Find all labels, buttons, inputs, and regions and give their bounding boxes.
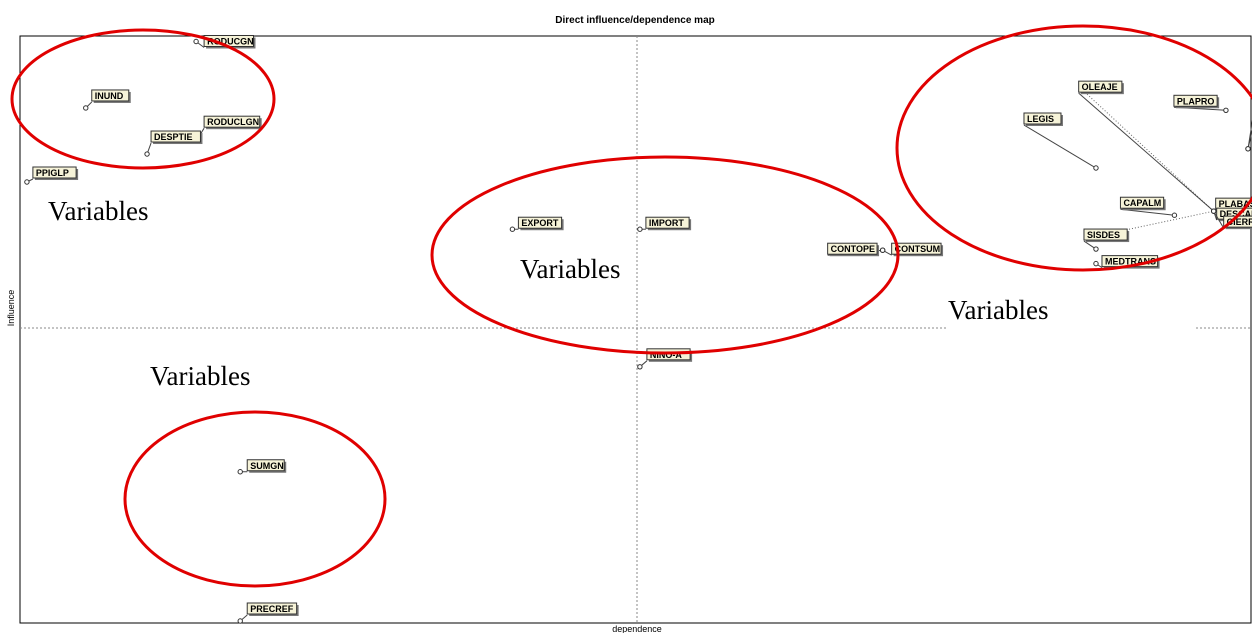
point-marker bbox=[1210, 208, 1217, 214]
point-label: INUND bbox=[95, 91, 124, 101]
x-axis-title: dependence bbox=[612, 624, 662, 633]
annotation-layer: Variables Variables Variables Variables bbox=[48, 196, 1196, 391]
data-point: SUMGN bbox=[237, 459, 287, 475]
data-point: LEGIS bbox=[1023, 112, 1099, 171]
point-marker bbox=[1093, 260, 1099, 267]
data-point: INUND bbox=[83, 89, 131, 111]
point-marker bbox=[637, 226, 643, 232]
influence-dependence-map: Direct influence/dependence map dependen… bbox=[6, 15, 1252, 633]
highlight-ellipse bbox=[895, 24, 1252, 272]
point-label: RODUCLGN bbox=[207, 117, 259, 127]
data-point: CONTSUM bbox=[879, 242, 944, 257]
point-label: CONTOPE bbox=[831, 244, 875, 254]
data-point: PRECREF bbox=[237, 602, 299, 624]
point-marker bbox=[637, 364, 643, 370]
leader-line bbox=[1078, 92, 1215, 212]
highlight-ellipse bbox=[123, 410, 387, 588]
leader-line bbox=[1023, 124, 1097, 169]
y-axis-title: Influence bbox=[6, 290, 16, 327]
point-marker bbox=[144, 151, 150, 157]
point-label: PPIGLP bbox=[36, 168, 69, 178]
point-marker bbox=[83, 105, 89, 111]
annotation-label: Variables bbox=[48, 196, 148, 226]
annotation-label: Variables bbox=[948, 295, 1048, 325]
point-marker bbox=[509, 226, 516, 232]
data-point: PPIGLP bbox=[24, 166, 79, 185]
point-label: CAPALM bbox=[1123, 198, 1161, 208]
point-label: DESPTIE bbox=[154, 132, 193, 142]
point-marker bbox=[193, 38, 199, 45]
point-marker bbox=[1223, 107, 1229, 113]
point-label: OLEAJE bbox=[1082, 82, 1118, 92]
point-label: PRECREF bbox=[250, 604, 294, 614]
link-layer bbox=[1082, 89, 1215, 239]
data-point: CONTOPE bbox=[827, 242, 886, 257]
point-marker bbox=[1245, 146, 1251, 152]
annotation-label: Variables bbox=[150, 361, 250, 391]
point-marker bbox=[1093, 165, 1099, 171]
point-marker bbox=[879, 247, 886, 253]
point-marker bbox=[1171, 212, 1178, 218]
chart-area: Direct influence/dependence map dependen… bbox=[0, 0, 1252, 633]
point-label: EXPORT bbox=[521, 218, 559, 228]
point-marker bbox=[237, 618, 243, 624]
point-marker bbox=[237, 469, 243, 475]
point-label: IMPORT bbox=[649, 218, 685, 228]
data-point: PLAPRO bbox=[1173, 94, 1229, 113]
point-label: SUMGN bbox=[250, 461, 284, 471]
point-marker bbox=[24, 179, 30, 185]
point-label: CONTSUM bbox=[895, 244, 941, 254]
data-point: EXPORT bbox=[509, 216, 564, 232]
data-point: CAPALM bbox=[1119, 196, 1178, 218]
chart-title: Direct influence/dependence map bbox=[555, 15, 715, 26]
data-point: IMPORT bbox=[637, 216, 692, 232]
point-label: NINO-A bbox=[650, 350, 682, 360]
point-label: LEGIS bbox=[1027, 114, 1054, 124]
point-label: PLAPRO bbox=[1177, 96, 1215, 106]
data-point: SISDES bbox=[1083, 228, 1130, 252]
point-label: SISDES bbox=[1087, 230, 1120, 240]
annotation-label: Variables bbox=[520, 254, 620, 284]
data-point: DESPTIE bbox=[144, 130, 203, 157]
point-marker bbox=[1093, 246, 1099, 252]
highlight-ellipse bbox=[10, 28, 276, 170]
